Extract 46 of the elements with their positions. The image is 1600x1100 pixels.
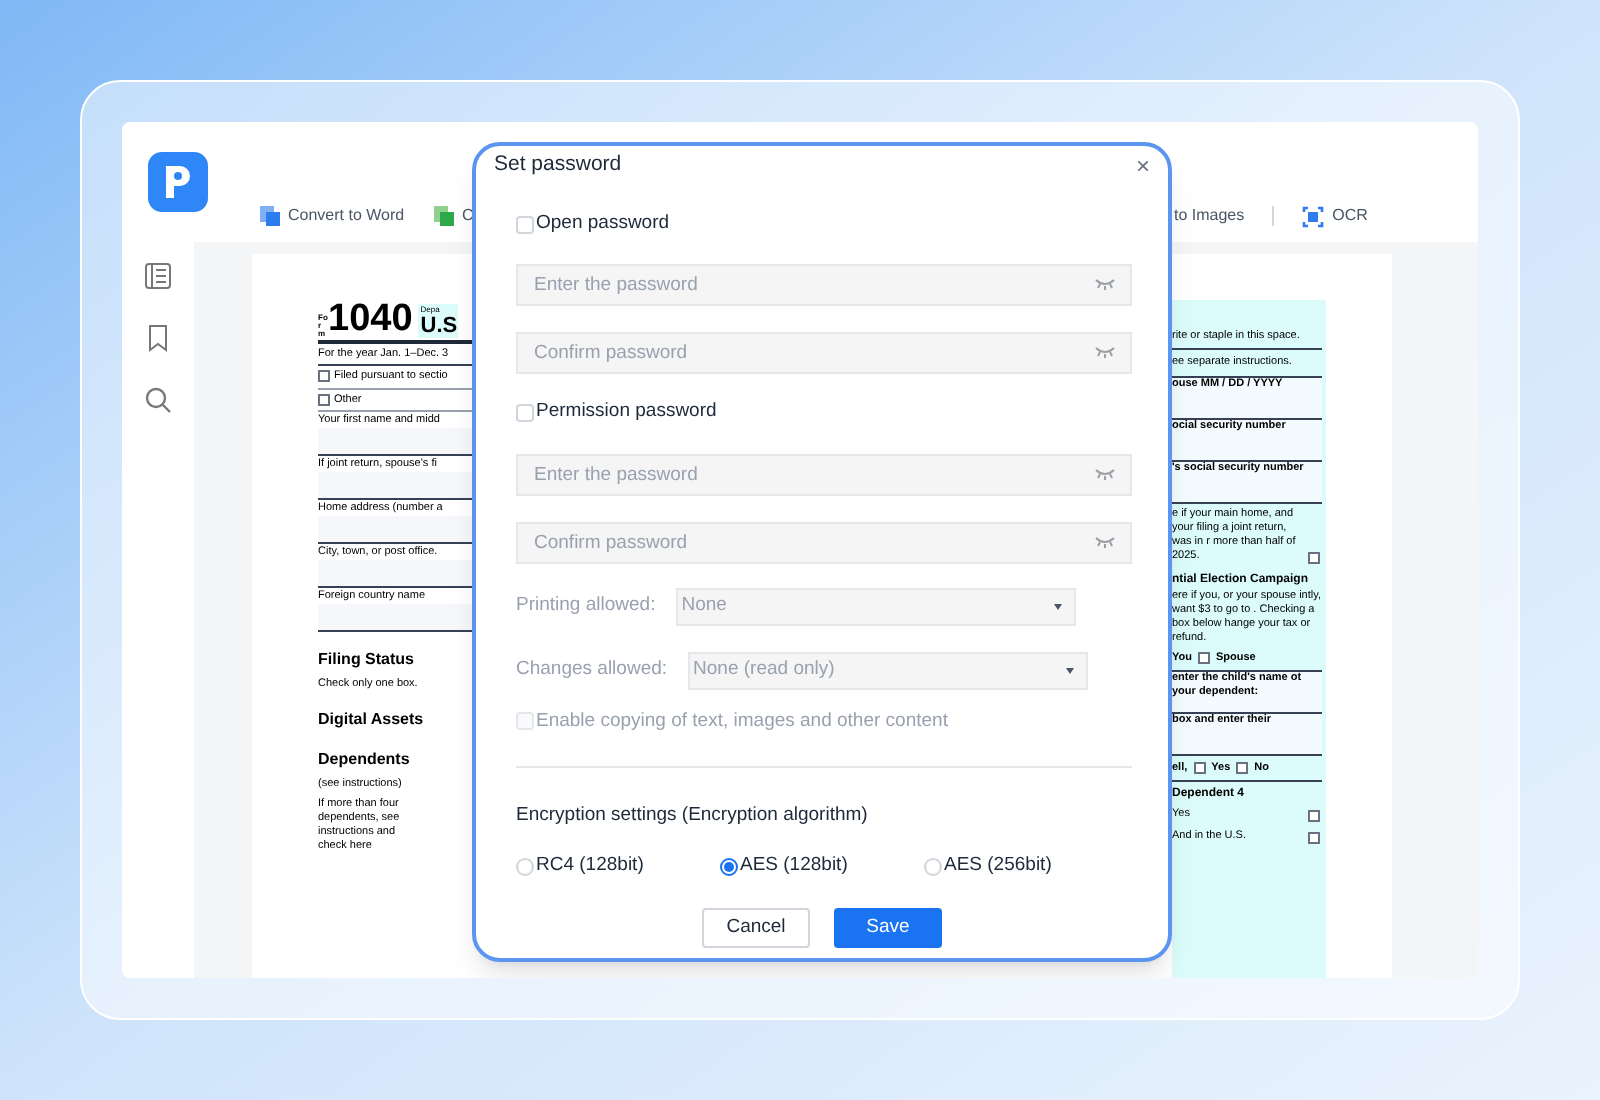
radio-label: AES (128bit): [740, 852, 848, 880]
save-button[interactable]: Save: [834, 908, 942, 949]
checkbox-icon: [1308, 551, 1320, 563]
dropdown-caret-icon: [1053, 603, 1062, 609]
toolbar-button[interactable]: C: [434, 204, 474, 228]
radio-label: RC4 (128bit): [536, 852, 644, 880]
hidden-eye-icon[interactable]: [1094, 278, 1116, 291]
document-icon: [260, 206, 280, 226]
search-icon[interactable]: [144, 386, 172, 414]
checkbox-icon: [318, 370, 330, 383]
checkbox-icon: [318, 393, 330, 406]
form-title: U.S: [420, 316, 458, 338]
sheet-icon: [434, 206, 454, 226]
bookmark-icon[interactable]: [146, 324, 170, 352]
hidden-eye-icon[interactable]: [1094, 467, 1116, 479]
checkbox[interactable]: [516, 215, 534, 234]
section-heading: Encryption settings (Encryption algorithm): [516, 801, 870, 830]
form-heading: Digital Assets: [318, 707, 426, 732]
permission-label: Changes allowed:: [516, 655, 668, 684]
checkbox-icon: [1236, 761, 1249, 774]
option-label: Enable copying of text, images and other content: [536, 707, 948, 735]
checkbox-icon: [1193, 761, 1206, 774]
outline-icon[interactable]: [144, 262, 172, 290]
checkbox-icon: [1308, 832, 1320, 844]
option-label: Open password: [536, 210, 670, 238]
checkbox-icon: [1308, 810, 1320, 822]
close-button[interactable]: ×: [1135, 153, 1150, 177]
form-heading: Filing Status: [318, 647, 416, 672]
permission-label: Printing allowed:: [516, 591, 656, 620]
scan-icon: [1302, 205, 1325, 227]
radio-label: AES (256bit): [944, 852, 1052, 880]
checkbox-icon: [1197, 651, 1210, 664]
dialog-title: Set password: [494, 149, 622, 180]
cancel-button[interactable]: Cancel: [702, 908, 810, 949]
hidden-eye-icon[interactable]: [1094, 346, 1116, 359]
form-heading: Dependents: [318, 747, 412, 772]
form-number: 1040: [328, 300, 413, 338]
app-logo-icon: [148, 152, 208, 212]
toolbar-button[interactable]: Convert to Word: [260, 204, 405, 228]
option-label: Permission password: [536, 398, 717, 427]
hidden-eye-icon[interactable]: [1094, 535, 1116, 547]
toolbar-button[interactable]: OCR: [1302, 204, 1368, 228]
checkbox[interactable]: [516, 403, 534, 422]
dropdown-caret-icon: [1065, 667, 1074, 673]
radio-button[interactable]: [720, 857, 738, 876]
toolbar-button[interactable]: to Images: [1174, 204, 1245, 228]
